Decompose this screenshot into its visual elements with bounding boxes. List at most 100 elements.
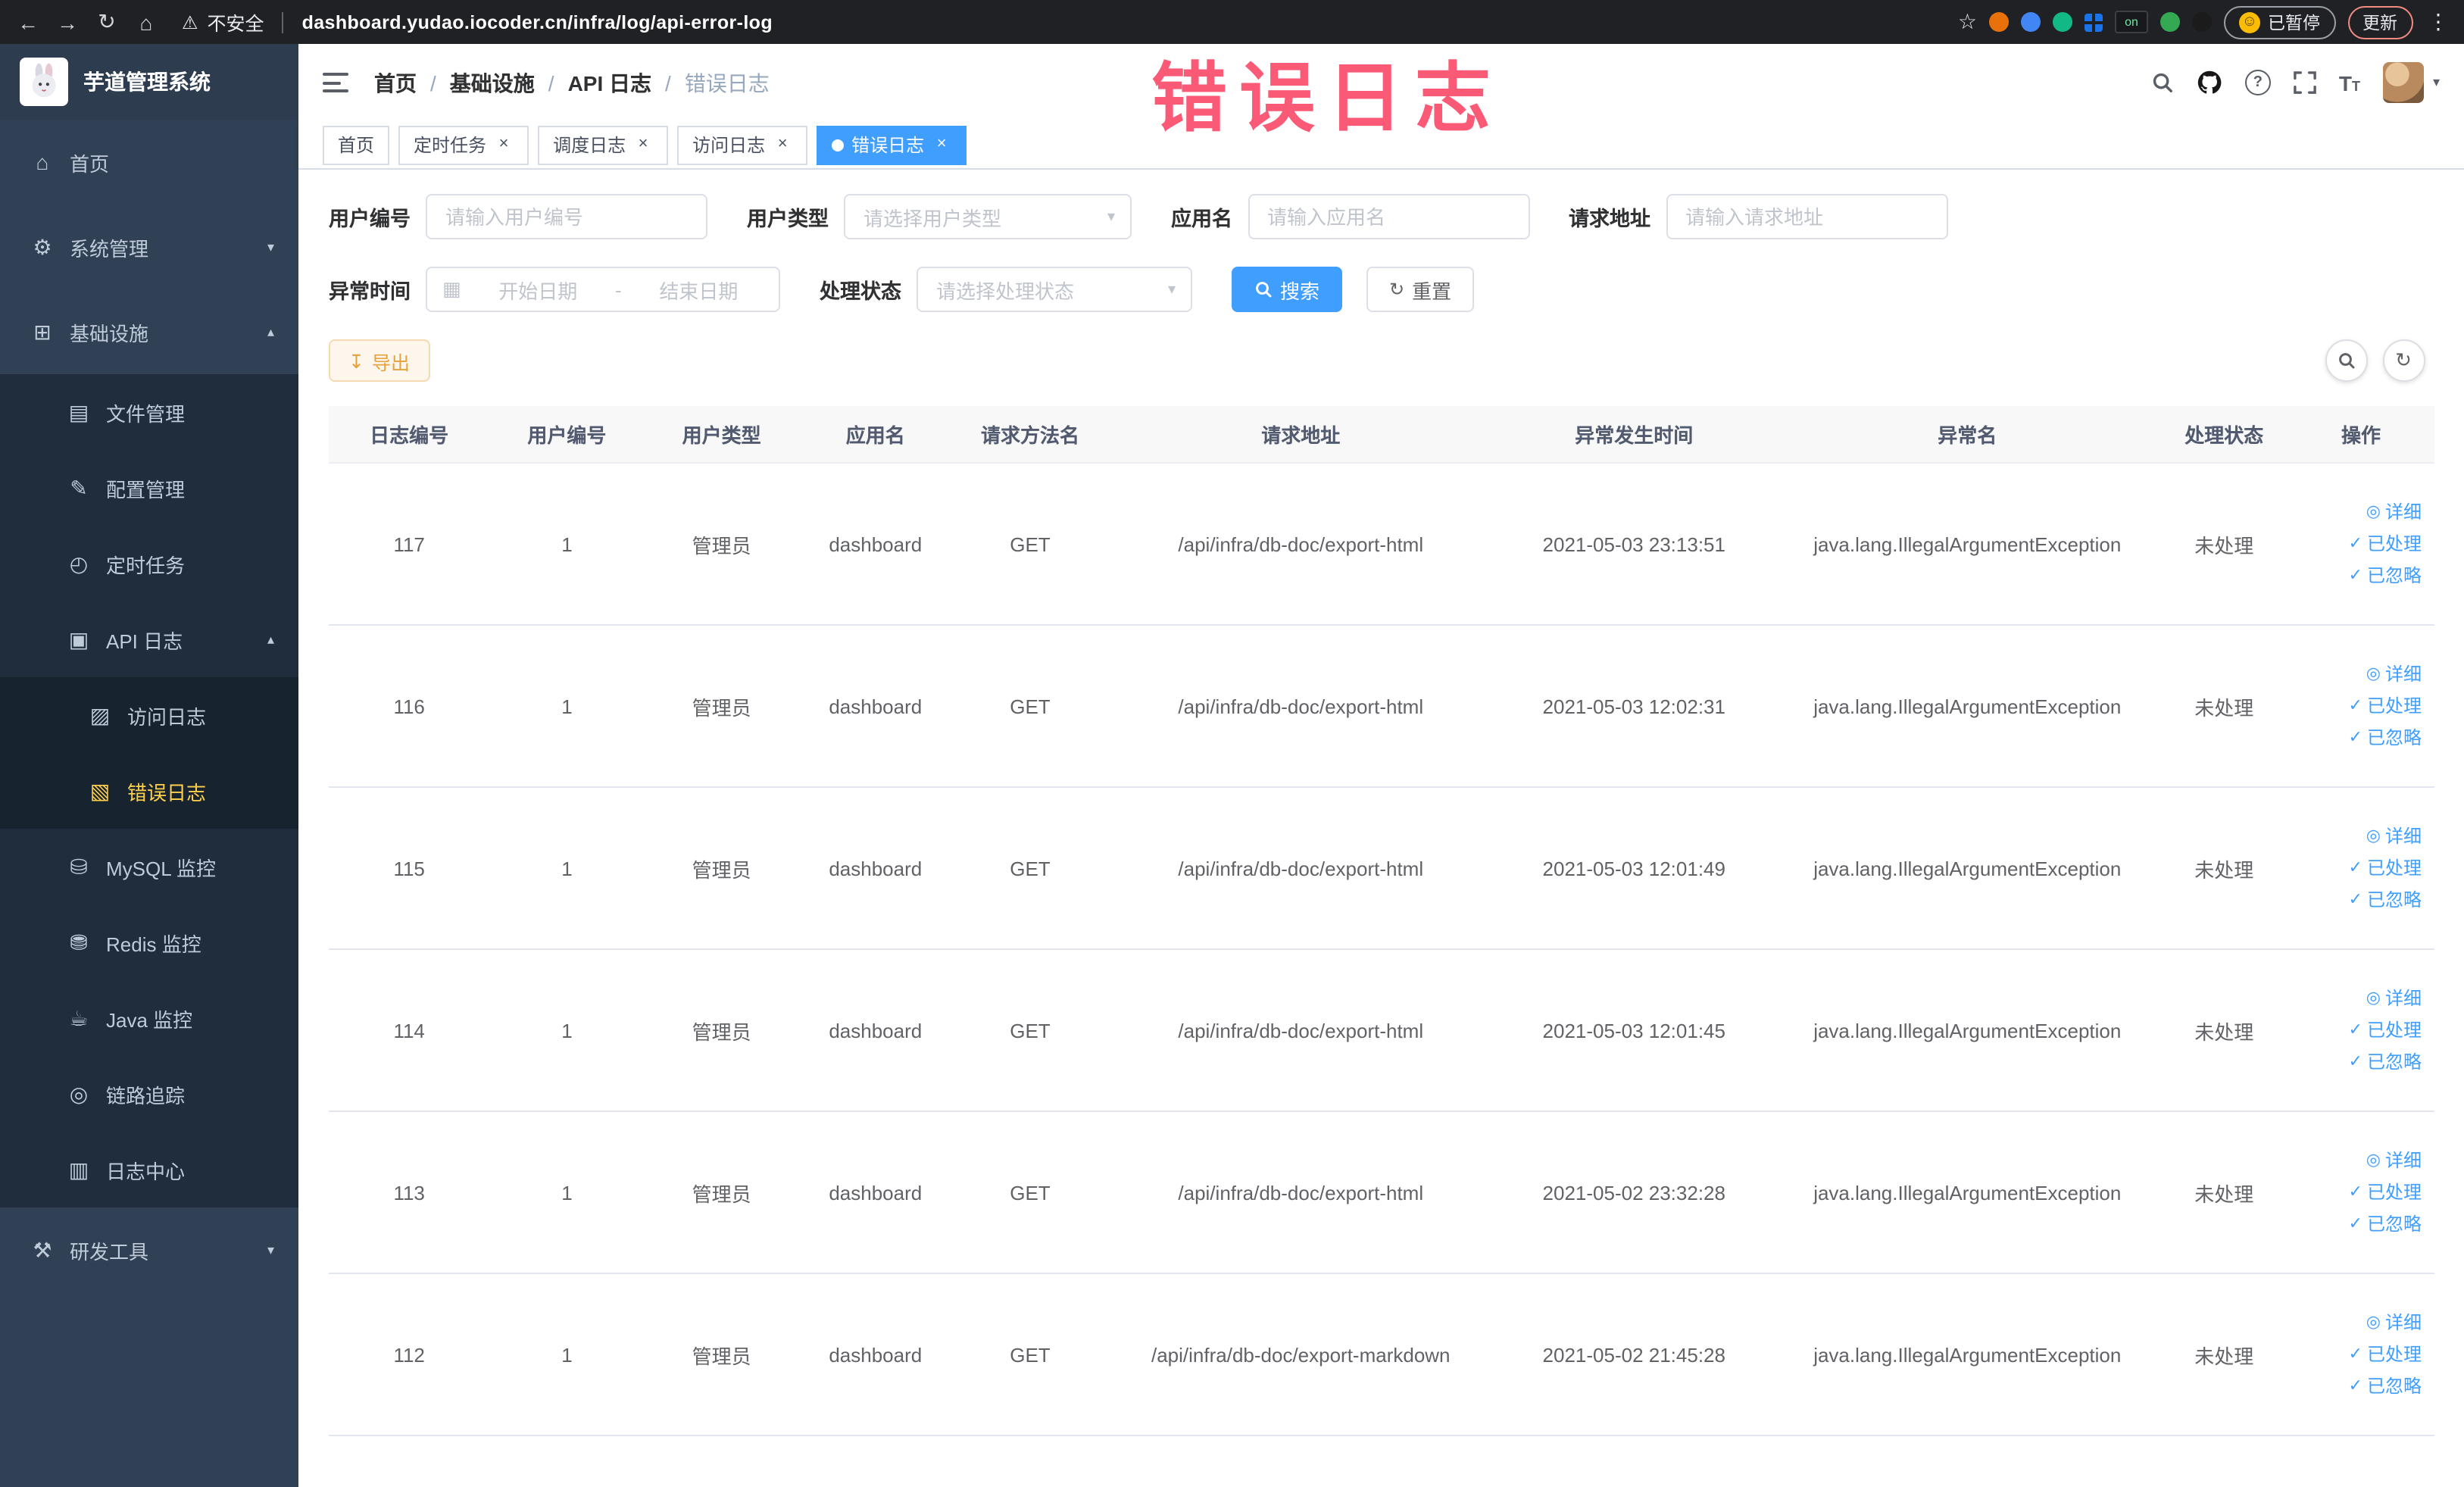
detail-link[interactable]: ◎ 详细 bbox=[2294, 658, 2422, 690]
close-icon[interactable]: × bbox=[494, 135, 514, 155]
chevron-down-icon: ▾ bbox=[1167, 281, 1176, 298]
sidebar-item-home[interactable]: ⌂ 首页 bbox=[0, 120, 298, 205]
ignore-link[interactable]: ✓ 已忽略 bbox=[2294, 1046, 2422, 1078]
detail-link[interactable]: ◎ 详细 bbox=[2294, 496, 2422, 528]
sidebar-item-scheduled-jobs[interactable]: ◴ 定时任务 bbox=[0, 526, 298, 601]
paused-badge[interactable]: ☺ 已暂停 bbox=[2224, 5, 2335, 39]
sidebar-item-infrastructure[interactable]: ⊞ 基础设施 ▴ bbox=[0, 289, 298, 374]
check-icon: ✓ bbox=[2348, 566, 2363, 584]
search-button[interactable]: 搜索 bbox=[1232, 267, 1343, 312]
breadcrumb-api-logs[interactable]: API 日志 bbox=[535, 67, 651, 98]
app-name-input[interactable] bbox=[1248, 194, 1529, 239]
fullscreen-icon[interactable] bbox=[2294, 71, 2316, 94]
back-button[interactable]: ← bbox=[12, 6, 44, 38]
exception-time-range-picker[interactable]: ▦ 开始日期 - 结束日期 bbox=[426, 267, 780, 312]
security-label: 不安全 bbox=[207, 14, 264, 35]
request-url-input[interactable] bbox=[1666, 194, 1947, 239]
sidebar-item-label: 基础设施 bbox=[70, 322, 149, 345]
font-size-icon[interactable]: TT bbox=[2339, 72, 2360, 93]
sidebar-item-dev-tools[interactable]: ⚒ 研发工具 ▾ bbox=[0, 1207, 298, 1292]
processed-link[interactable]: ✓ 已处理 bbox=[2294, 1014, 2422, 1046]
tab-access-logs[interactable]: 访问日志 × bbox=[677, 125, 808, 164]
tab-scheduled-jobs[interactable]: 定时任务 × bbox=[398, 125, 529, 164]
breadcrumb-home[interactable]: 首页 bbox=[374, 67, 417, 98]
database-icon: ⛁ bbox=[70, 854, 88, 878]
sidebar-item-redis-monitor[interactable]: ⛃ Redis 监控 bbox=[0, 904, 298, 980]
home-button[interactable]: ⌂ bbox=[130, 6, 162, 38]
chevron-down-icon: ▾ bbox=[267, 239, 274, 254]
ignore-link[interactable]: ✓ 已忽略 bbox=[2294, 884, 2422, 916]
extension-on-badge[interactable]: on bbox=[2115, 11, 2148, 33]
ignore-link[interactable]: ✓ 已忽略 bbox=[2294, 1208, 2422, 1240]
toggle-search-button[interactable] bbox=[2325, 339, 2367, 382]
tab-home[interactable]: 首页 bbox=[323, 125, 390, 164]
table-toolbar: ↧ 导出 ↻ bbox=[329, 339, 2434, 382]
extension-icon-blue[interactable] bbox=[2021, 12, 2041, 32]
user-id-label: 用户编号 bbox=[329, 208, 411, 230]
update-button[interactable]: 更新 bbox=[2347, 5, 2412, 39]
sidebar-item-access-logs[interactable]: ▨ 访问日志 bbox=[0, 677, 298, 753]
user-menu[interactable]: ▾ bbox=[2382, 62, 2440, 103]
table-header-row: 日志编号 用户编号 用户类型 应用名 请求方法名 请求地址 异常发生时间 异常名… bbox=[329, 406, 2434, 464]
breadcrumb-infrastructure[interactable]: 基础设施 bbox=[417, 67, 535, 98]
detail-link[interactable]: ◎ 详细 bbox=[2294, 820, 2422, 852]
user-id-input[interactable] bbox=[426, 194, 707, 239]
extension-icon-teal[interactable] bbox=[2053, 12, 2072, 32]
close-icon[interactable]: × bbox=[633, 135, 653, 155]
ignore-link[interactable]: ✓ 已忽略 bbox=[2294, 1370, 2422, 1402]
clock-icon: ◴ bbox=[69, 551, 89, 575]
ignore-link[interactable]: ✓ 已忽略 bbox=[2294, 560, 2422, 592]
sidebar-item-error-logs[interactable]: ▧ 错误日志 bbox=[0, 753, 298, 829]
tab-schedule-logs[interactable]: 调度日志 × bbox=[538, 125, 669, 164]
reload-button[interactable]: ↻ bbox=[91, 6, 123, 38]
refresh-icon: ↻ bbox=[1389, 279, 1405, 300]
sidebar-item-mysql-monitor[interactable]: ⛁ MySQL 监控 bbox=[0, 829, 298, 904]
sidebar-item-java-monitor[interactable]: ☕ Java 监控 bbox=[0, 980, 298, 1056]
site-security[interactable]: ⚠ 不安全 bbox=[182, 8, 264, 36]
processed-link[interactable]: ✓ 已处理 bbox=[2294, 528, 2422, 560]
sidebar-item-file-management[interactable]: ▤ 文件管理 bbox=[0, 374, 298, 450]
search-icon[interactable] bbox=[2151, 71, 2174, 94]
export-button[interactable]: ↧ 导出 bbox=[329, 339, 429, 382]
trace-icon: ◎ bbox=[69, 1081, 89, 1105]
detail-link[interactable]: ◎ 详细 bbox=[2294, 982, 2422, 1014]
hamburger-icon[interactable] bbox=[323, 73, 348, 92]
github-icon[interactable] bbox=[2197, 70, 2222, 95]
logo-row[interactable]: 芋道管理系统 bbox=[0, 44, 298, 120]
tab-error-logs[interactable]: 错误日志 × bbox=[817, 125, 967, 164]
end-date-placeholder: 结束日期 bbox=[659, 280, 739, 302]
browser-menu-icon[interactable]: ⋮ bbox=[2425, 9, 2452, 35]
reset-button[interactable]: ↻ 重置 bbox=[1366, 267, 1475, 312]
process-status-select[interactable]: 请选择处理状态 ▾ bbox=[917, 267, 1192, 312]
ignore-link[interactable]: ✓ 已忽略 bbox=[2294, 722, 2422, 754]
processed-link[interactable]: ✓ 已处理 bbox=[2294, 690, 2422, 722]
table-row: 117 1 管理员 dashboard GET /api/infra/db-do… bbox=[329, 463, 2434, 626]
processed-link[interactable]: ✓ 已处理 bbox=[2294, 1339, 2422, 1370]
sidebar-item-system-management[interactable]: ⚙ 系统管理 ▾ bbox=[0, 205, 298, 289]
refresh-table-button[interactable]: ↻ bbox=[2382, 339, 2425, 382]
sidebar-item-log-center[interactable]: ▥ 日志中心 bbox=[0, 1132, 298, 1207]
sidebar-item-tracing[interactable]: ◎ 链路追踪 bbox=[0, 1056, 298, 1132]
detail-link[interactable]: ◎ 详细 bbox=[2294, 1145, 2422, 1176]
exception-time-label: 异常时间 bbox=[329, 280, 411, 303]
help-icon[interactable]: ? bbox=[2244, 70, 2271, 95]
extension-icon-grid[interactable] bbox=[2085, 13, 2103, 31]
forward-button[interactable]: → bbox=[52, 6, 83, 38]
close-icon[interactable]: × bbox=[932, 135, 951, 155]
processed-link[interactable]: ✓ 已处理 bbox=[2294, 852, 2422, 884]
avatar bbox=[2382, 62, 2424, 103]
extension-icon-orange[interactable] bbox=[1989, 12, 2009, 32]
chevron-up-icon: ▴ bbox=[267, 631, 274, 646]
address-bar[interactable]: dashboard.yudao.iocoder.cn/infra/log/api… bbox=[302, 11, 773, 33]
error-log-table: 日志编号 用户编号 用户类型 应用名 请求方法名 请求地址 异常发生时间 异常名… bbox=[329, 406, 2434, 1436]
user-type-select[interactable]: 请选择用户类型 ▾ bbox=[844, 194, 1132, 239]
extension-icon-dark[interactable] bbox=[2192, 12, 2212, 32]
sidebar-item-api-logs[interactable]: ▣ API 日志 ▴ bbox=[0, 601, 298, 677]
detail-link[interactable]: ◎ 详细 bbox=[2294, 1307, 2422, 1339]
check-icon: ✓ bbox=[2348, 1182, 2363, 1201]
sidebar-item-config-management[interactable]: ✎ 配置管理 bbox=[0, 450, 298, 526]
processed-link[interactable]: ✓ 已处理 bbox=[2294, 1176, 2422, 1208]
extension-icon-green[interactable] bbox=[2160, 12, 2180, 32]
close-icon[interactable]: × bbox=[773, 135, 792, 155]
bookmark-star-icon[interactable]: ☆ bbox=[1958, 9, 1977, 35]
